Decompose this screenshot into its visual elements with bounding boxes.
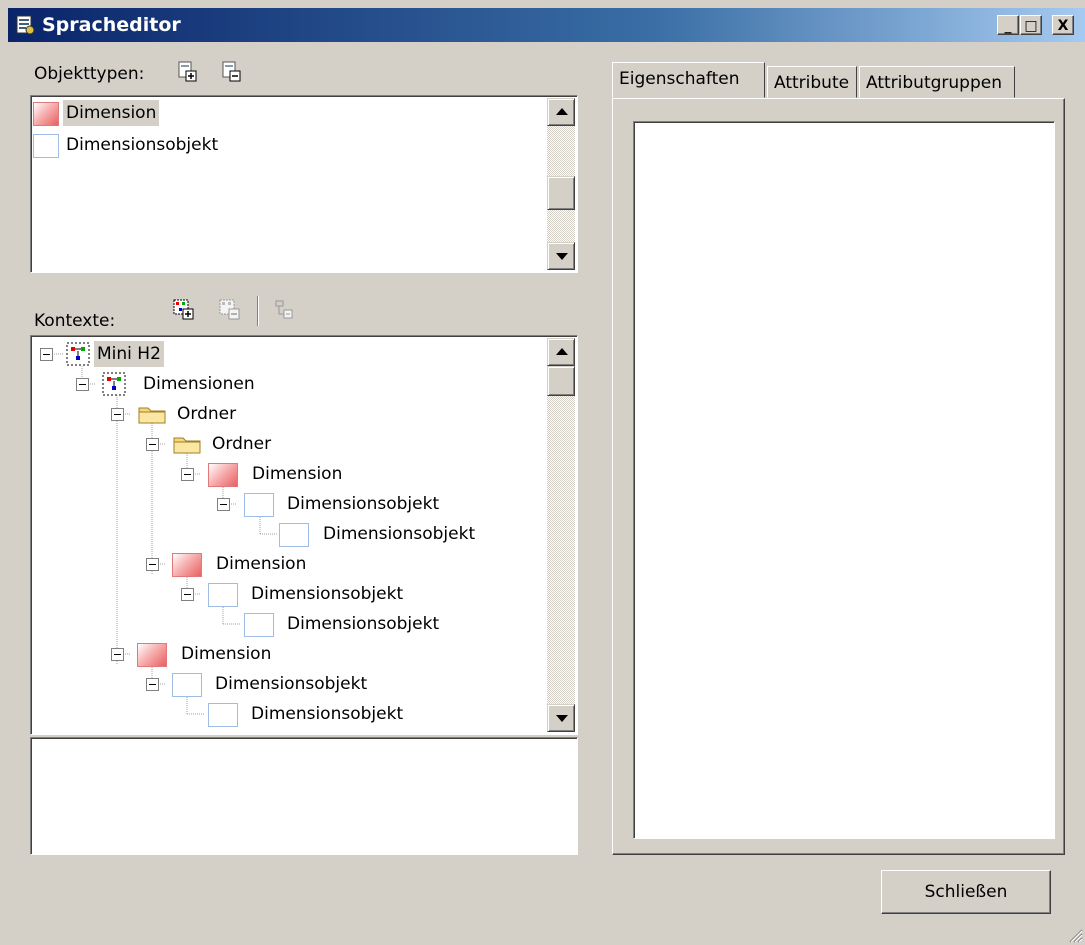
tree-node-label: Dimension	[252, 464, 343, 484]
dimensionsobjekt-icon	[33, 134, 59, 158]
remove-objekttyp-icon[interactable]	[220, 60, 242, 82]
tree-node-label: Dimensionsobjekt	[323, 524, 476, 544]
add-objekttyp-icon[interactable]	[176, 60, 198, 82]
tree-node-label: Dimensionsobjekt	[287, 494, 440, 514]
scroll-thumb[interactable]	[547, 176, 575, 210]
scroll-thumb[interactable]	[547, 366, 575, 396]
dimension-icon	[33, 102, 59, 126]
tree-expander[interactable]	[181, 468, 194, 481]
resize-grip-icon[interactable]	[1067, 927, 1083, 943]
objekttypen-label: Objekttypen:	[34, 64, 145, 84]
toolbar-separator	[257, 296, 259, 326]
context-icon	[66, 342, 90, 366]
dimensionsobjekt-icon	[244, 493, 274, 517]
tab-panel	[612, 98, 1065, 855]
tree-node-label: Ordner	[177, 404, 237, 424]
tree-node-label: Dimensionsobjekt	[251, 704, 404, 724]
tree-node-label: Dimensionsobjekt	[251, 584, 404, 604]
kontexte-scrollbar[interactable]	[547, 338, 575, 732]
tree-expander[interactable]	[111, 408, 124, 421]
context-icon	[102, 372, 126, 396]
close-window-button[interactable]: X	[1052, 15, 1074, 35]
tab-attributgruppen[interactable]: Attributgruppen	[859, 66, 1015, 98]
tree-expander[interactable]	[111, 648, 124, 661]
tree-node-label: Mini H2	[94, 341, 164, 367]
tree-expander[interactable]	[181, 588, 194, 601]
tree-node-label: Ordner	[212, 434, 272, 454]
arrow-down-icon	[556, 715, 568, 722]
dimensionsobjekt-icon	[244, 613, 274, 637]
dimensionsobjekt-icon	[208, 583, 238, 607]
minimize-button[interactable]: _	[997, 15, 1019, 35]
tree-expander[interactable]	[217, 498, 230, 511]
tab-eigenschaften[interactable]: Eigenschaften	[612, 62, 765, 98]
arrow-up-icon	[556, 348, 568, 355]
spracheditor-window: Spracheditor _ □ X Objekttypen: Dimensio…	[0, 0, 1085, 945]
tree-node-label: Dimensionsobjekt	[215, 674, 368, 694]
dimension-icon	[208, 463, 238, 487]
objekttypen-scrollbar[interactable]	[547, 98, 575, 270]
remove-context-icon[interactable]	[218, 298, 240, 320]
dimension-icon	[172, 553, 202, 577]
list-item-label: Dimension	[63, 100, 160, 126]
tab-attribute[interactable]: Attribute	[767, 66, 857, 98]
description-textarea[interactable]	[30, 737, 578, 855]
arrow-down-icon	[556, 253, 568, 260]
arrow-up-icon	[556, 108, 568, 115]
tree-expander[interactable]	[146, 558, 159, 571]
scroll-up-button[interactable]	[547, 338, 575, 366]
kontexte-label: Kontexte:	[34, 311, 116, 331]
tree-expander[interactable]	[76, 378, 89, 391]
tree-expander[interactable]	[40, 348, 53, 361]
tree-node-label: Dimensionsobjekt	[287, 614, 440, 634]
tree-expander[interactable]	[146, 438, 159, 451]
tree-node-label: Dimensionen	[143, 374, 255, 394]
scroll-down-button[interactable]	[547, 704, 575, 732]
objekttypen-list[interactable]: Dimension Dimensionsobjekt	[30, 95, 578, 273]
dimension-icon	[137, 643, 167, 667]
scroll-up-button[interactable]	[547, 98, 575, 126]
scroll-down-button[interactable]	[547, 242, 575, 270]
dimensionsobjekt-icon	[279, 523, 309, 547]
properties-area[interactable]	[633, 121, 1055, 839]
maximize-button[interactable]: □	[1020, 15, 1042, 35]
context-properties-icon[interactable]	[272, 298, 294, 320]
dimensionsobjekt-icon	[208, 703, 238, 727]
folder-icon	[137, 403, 167, 425]
tree-expander[interactable]	[146, 678, 159, 691]
list-item-label: Dimensionsobjekt	[66, 135, 219, 155]
window-title: Spracheditor	[42, 14, 181, 36]
kontexte-tree[interactable]: Mini H2 Dimensionen Ordner Ordner Dimens	[30, 335, 578, 735]
title-bar[interactable]: Spracheditor _ □ X	[8, 8, 1085, 42]
add-context-icon[interactable]	[172, 298, 194, 320]
close-button[interactable]: Schließen	[881, 870, 1051, 914]
app-icon	[14, 14, 36, 36]
tree-node-label: Dimension	[216, 554, 307, 574]
tree-node-label: Dimension	[181, 644, 272, 664]
folder-icon	[172, 433, 202, 455]
dimensionsobjekt-icon	[172, 673, 202, 697]
